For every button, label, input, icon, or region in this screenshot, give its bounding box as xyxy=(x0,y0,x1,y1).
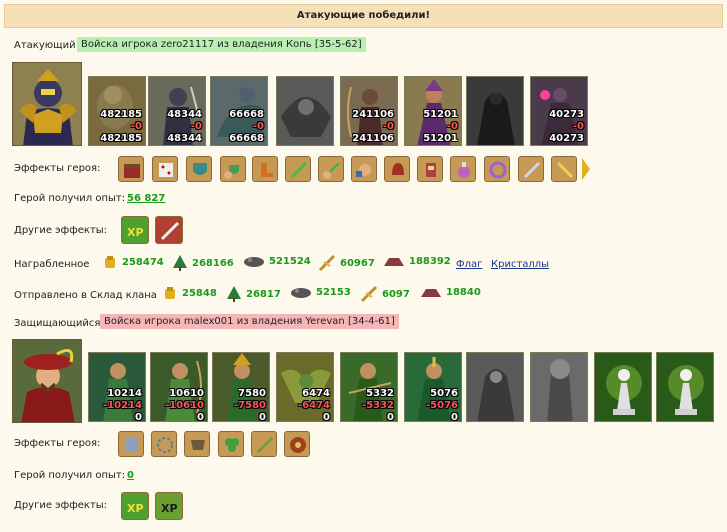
defender-exp-value[interactable]: 0 xyxy=(127,470,134,481)
loot-stone: 188392 xyxy=(383,254,451,268)
attacker-other-effects-label: Другие эффекты: xyxy=(14,225,108,236)
golden-sword-effect-icon[interactable] xyxy=(551,156,577,182)
fist-effect-icon[interactable] xyxy=(351,156,377,182)
clover-effect-icon[interactable] xyxy=(218,431,244,457)
sent-gold: 25848 xyxy=(162,285,217,301)
defender-unit-1[interactable]: 10214 -10214 0 xyxy=(88,352,146,422)
sent-ore: 52153 xyxy=(290,285,351,299)
defender-unit-9[interactable] xyxy=(594,352,652,422)
defender-unit-3[interactable]: 7580 -7580 0 xyxy=(212,352,270,422)
attacker-exp-label: Герой получил опыт: xyxy=(14,193,126,204)
grain-icon xyxy=(318,254,336,272)
sent-stone: 18840 xyxy=(420,285,481,299)
defender-exp-label: Герой получил опыт: xyxy=(14,470,126,481)
flag-link[interactable]: Флаг xyxy=(456,259,482,270)
defender-effects-label: Эффекты героя: xyxy=(14,438,101,449)
potion-effect-icon[interactable] xyxy=(450,156,476,182)
attacker-unit-3[interactable]: 66668 -0 66668 xyxy=(210,76,268,146)
loot-grain: 60967 xyxy=(318,254,375,272)
tree-icon xyxy=(173,255,187,271)
hand-shield-effect-icon[interactable] xyxy=(220,156,246,182)
defender-other-effects-label: Другие эффекты: xyxy=(14,500,108,511)
tower-effect-icon[interactable] xyxy=(417,156,443,182)
wraith-icon xyxy=(467,77,523,145)
loot-label: Награбленное xyxy=(14,259,90,270)
ring-effect-icon[interactable] xyxy=(484,156,510,182)
svg-text:XP: XP xyxy=(127,226,144,239)
armored-hero-icon xyxy=(13,63,81,145)
attacker-unit-6[interactable]: 51201 -0 51201 xyxy=(404,76,462,146)
shield-effect-icon[interactable] xyxy=(186,156,212,182)
loot-wood: 268166 xyxy=(172,254,234,272)
sword-effect-icon[interactable] xyxy=(285,156,311,182)
gold-icon xyxy=(105,256,115,268)
attacker-unit-5[interactable]: 241106 -0 241106 xyxy=(340,76,398,146)
mask-effect-icon[interactable] xyxy=(184,431,210,457)
monk-icon xyxy=(467,353,523,421)
staff-effect-icon[interactable] xyxy=(251,431,277,457)
loot-gold: 258474 xyxy=(102,254,164,270)
defender-unit-4[interactable]: 6474 -6474 0 xyxy=(276,352,334,422)
defender-army-tag: Войска игрока malex001 из владения Yerev… xyxy=(100,314,399,329)
attacker-unit-4[interactable] xyxy=(276,76,334,146)
attacker-effects-label: Эффекты героя: xyxy=(14,163,101,174)
sent-grain: 6097 xyxy=(360,285,410,303)
scroll-right-arrow-icon[interactable] xyxy=(580,156,592,182)
tree-icon xyxy=(227,286,241,302)
white-pawn-icon xyxy=(595,353,651,421)
svg-text:XP: XP xyxy=(161,502,178,515)
battle-result-title: Атакующие победили! xyxy=(4,4,723,28)
defender-unit-7[interactable] xyxy=(466,352,524,422)
attacker-unit-7[interactable] xyxy=(466,76,524,146)
defender-unit-2[interactable]: 10610 -10610 0 xyxy=(150,352,208,422)
stone-icon xyxy=(384,258,404,266)
armor-effect-icon[interactable] xyxy=(118,431,144,457)
loot-ore: 521524 xyxy=(243,254,311,268)
chest-effect-icon[interactable] xyxy=(118,156,144,182)
attacker-label: Атакующий xyxy=(14,40,76,51)
crystals-link[interactable]: Кристаллы xyxy=(491,259,549,270)
sent-label: Отправлено в Склад клана xyxy=(14,290,157,301)
musketeer-hero-icon xyxy=(13,340,81,422)
defender-hero-portrait[interactable] xyxy=(12,339,82,423)
attacker-hero-portrait[interactable] xyxy=(12,62,82,146)
chain-effect-icon[interactable] xyxy=(151,431,177,457)
round-shield-effect-icon[interactable] xyxy=(284,431,310,457)
attacker-army-tag: Войска игрока zero21117 из владения Копь… xyxy=(77,37,366,52)
xp-boost-icon[interactable]: XP xyxy=(121,492,149,520)
boots-effect-icon[interactable] xyxy=(252,156,278,182)
attacker-unit-2[interactable]: 48344 -0 48344 xyxy=(148,76,206,146)
svg-text:XP: XP xyxy=(127,502,144,515)
dice-effect-icon[interactable] xyxy=(152,156,178,182)
defender-unit-10[interactable] xyxy=(656,352,714,422)
gargoyle-icon xyxy=(277,77,333,145)
defender-unit-6[interactable]: 5076 -5076 0 xyxy=(404,352,462,422)
defender-label: Защищающийся xyxy=(14,318,101,329)
xp-boost-icon[interactable]: XP xyxy=(121,216,149,244)
attacker-unit-1[interactable]: 482185 -0 482185 xyxy=(88,76,146,146)
attacker-exp-value[interactable]: 56 827 xyxy=(127,193,165,204)
xp-plus-boost-icon[interactable]: XP xyxy=(155,492,183,520)
ore-icon xyxy=(291,288,311,298)
grain-icon xyxy=(360,285,378,303)
attacker-unit-8[interactable]: 40273 -0 40273 xyxy=(530,76,588,146)
helmet-effect-icon[interactable] xyxy=(384,156,410,182)
defender-unit-5[interactable]: 5332 -5332 0 xyxy=(340,352,398,422)
hand-sword-effect-icon[interactable] xyxy=(318,156,344,182)
white-pawn-icon xyxy=(657,353,713,421)
ore-icon xyxy=(244,257,264,267)
defender-unit-8[interactable] xyxy=(530,352,588,422)
stone-icon xyxy=(421,289,441,297)
combat-boost-icon[interactable] xyxy=(155,216,183,244)
sent-wood: 26817 xyxy=(226,285,281,303)
treant-icon xyxy=(531,353,587,421)
gold-icon xyxy=(165,287,175,299)
syringe-effect-icon[interactable] xyxy=(518,156,544,182)
